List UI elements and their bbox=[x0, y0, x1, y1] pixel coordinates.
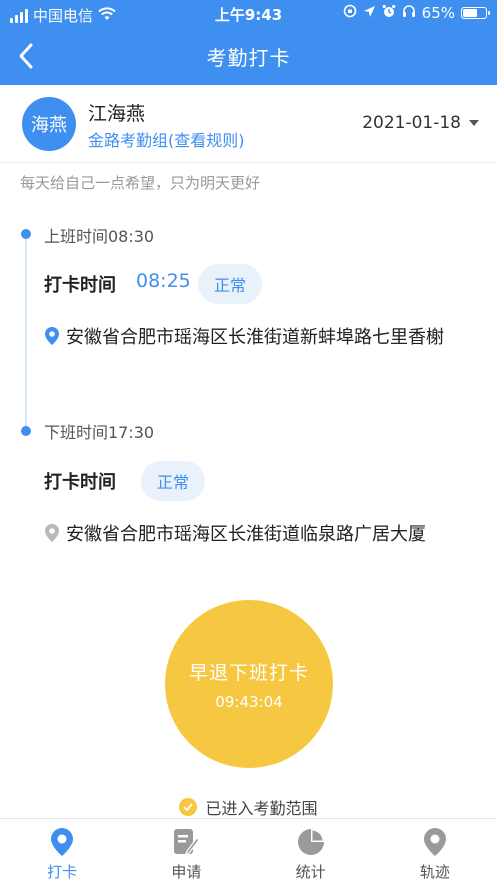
user-name: 江海燕 bbox=[88, 103, 146, 125]
checkout-status-badge: 正常 bbox=[141, 461, 206, 501]
checkout-address: 安徽省合肥市瑶海区长淮街道临泉路广居大厦 bbox=[44, 520, 484, 553]
range-status-text: 已进入考勤范围 bbox=[205, 799, 318, 818]
checkin-punch-time: 08:25 bbox=[136, 270, 191, 292]
check-circle-icon bbox=[179, 798, 198, 816]
tab-track-label: 轨迹 bbox=[419, 863, 450, 881]
form-edit-icon bbox=[174, 829, 201, 855]
timeline-line bbox=[25, 233, 27, 430]
headphones-icon bbox=[402, 4, 416, 22]
caret-down-icon bbox=[469, 120, 479, 126]
punch-button-label: 早退下班打卡 bbox=[188, 661, 309, 684]
location-pin-gray-icon bbox=[44, 523, 60, 553]
battery-icon bbox=[461, 7, 490, 19]
user-info-bar: 海燕 江海燕 金路考勤组(查看规则) 2021-01-18 bbox=[0, 85, 497, 163]
rotation-lock-icon bbox=[343, 4, 357, 22]
status-bar: 中国电信 上午9:43 65% bbox=[0, 0, 497, 28]
date-value: 2021-01-18 bbox=[362, 113, 461, 133]
punch-button-time: 09:43:04 bbox=[215, 692, 283, 711]
tab-bar: 打卡 申请 统计 轨迹 bbox=[0, 818, 497, 883]
attendance-group-link[interactable]: 金路考勤组(查看规则) bbox=[88, 127, 245, 151]
range-status: 已进入考勤范围 bbox=[0, 795, 497, 819]
early-leave-punch-button[interactable]: 早退下班打卡 09:43:04 bbox=[165, 600, 333, 768]
location-arrow-icon bbox=[363, 4, 376, 22]
checkout-shift-label: 下班时间17:30 bbox=[44, 423, 155, 442]
checkin-status-badge: 正常 bbox=[198, 264, 263, 304]
checkin-address: 安徽省合肥市瑶海区长淮街道新蚌埠路七里香榭 bbox=[44, 323, 484, 356]
checkout-address-text: 安徽省合肥市瑶海区长淮街道临泉路广居大厦 bbox=[66, 524, 426, 545]
nav-bar: 考勤打卡 bbox=[0, 28, 497, 85]
status-right: 65% bbox=[343, 4, 490, 22]
checkin-punch-label: 打卡时间 bbox=[44, 275, 116, 296]
tab-punch-label: 打卡 bbox=[47, 863, 78, 881]
battery-percent: 65% bbox=[421, 4, 455, 22]
chevron-left-icon bbox=[19, 43, 33, 69]
timeline-dot-checkout bbox=[21, 426, 31, 436]
checkin-address-text: 安徽省合肥市瑶海区长淮街道新蚌埠路七里香榭 bbox=[66, 327, 444, 348]
checkout-punch-label: 打卡时间 bbox=[44, 472, 116, 493]
tab-statistics[interactable]: 统计 bbox=[249, 819, 373, 883]
map-pin-icon bbox=[423, 828, 446, 856]
checkin-shift-label: 上班时间08:30 bbox=[44, 227, 155, 246]
tab-apply-label: 申请 bbox=[171, 863, 202, 881]
tab-statistics-label: 统计 bbox=[295, 863, 326, 881]
motto-text: 每天给自己一点希望，只为明天更好 bbox=[20, 174, 261, 192]
location-pin-icon bbox=[44, 326, 60, 356]
tab-apply[interactable]: 申请 bbox=[124, 819, 248, 883]
tab-punch[interactable]: 打卡 bbox=[0, 819, 124, 883]
alarm-icon bbox=[382, 4, 396, 22]
avatar: 海燕 bbox=[22, 97, 76, 151]
page-title: 考勤打卡 bbox=[206, 46, 291, 70]
location-pin-icon bbox=[51, 828, 74, 856]
tab-track[interactable]: 轨迹 bbox=[373, 819, 497, 883]
pie-chart-icon bbox=[297, 829, 324, 855]
back-button[interactable] bbox=[8, 38, 44, 74]
timeline-dot-checkin bbox=[21, 229, 31, 239]
date-selector[interactable]: 2021-01-18 bbox=[362, 113, 479, 133]
